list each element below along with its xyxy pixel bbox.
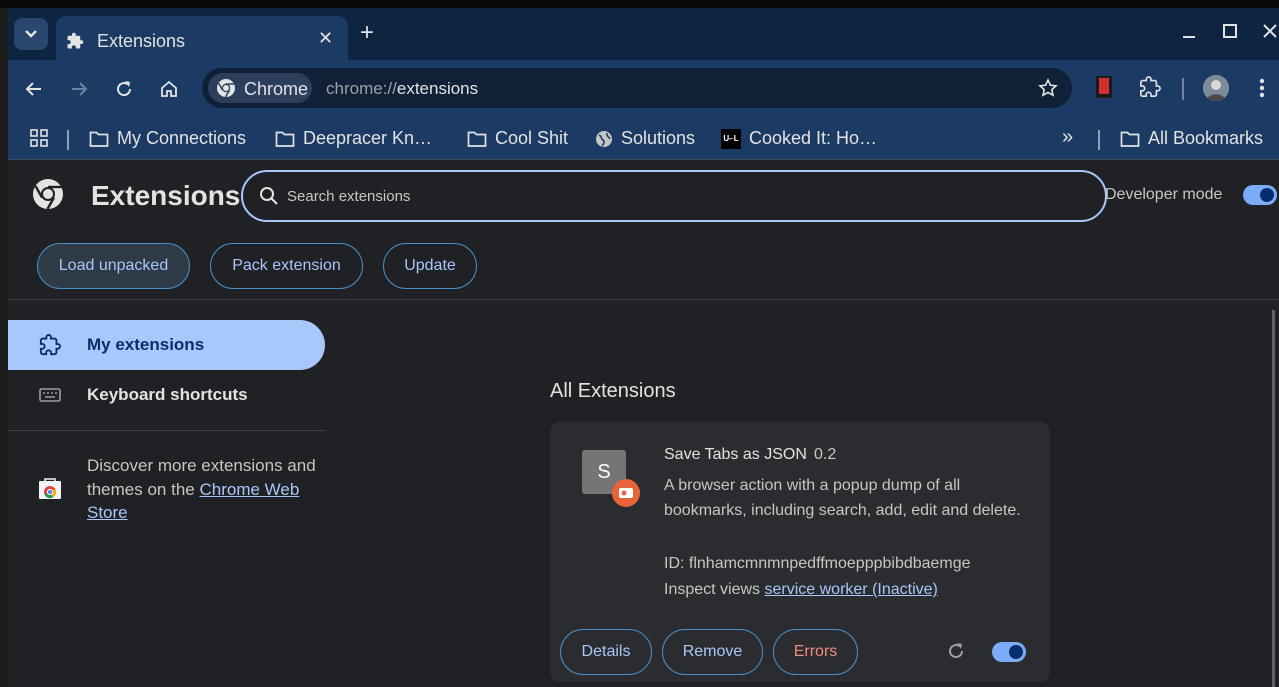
extension-card: S Save Tabs as JSON 0.2 A browser action… xyxy=(550,422,1050,682)
bookmark-cool-shit[interactable]: Cool Shit xyxy=(467,128,568,149)
bookmark-label: Deepracer Kn… xyxy=(303,128,433,148)
maximize-icon[interactable] xyxy=(1221,22,1239,45)
tab-search-button[interactable] xyxy=(14,18,48,50)
bookmark-separator xyxy=(67,130,69,150)
all-bookmarks-button[interactable]: All Bookmarks xyxy=(1120,128,1263,149)
home-icon[interactable] xyxy=(158,78,180,100)
minimize-icon[interactable] xyxy=(1180,22,1198,45)
extension-version: 0.2 xyxy=(814,446,837,463)
service-worker-link[interactable]: service worker (Inactive) xyxy=(764,581,937,598)
details-button[interactable]: Details xyxy=(560,629,652,675)
tab-extensions[interactable]: Extensions ✕ xyxy=(56,16,348,60)
back-icon[interactable] xyxy=(23,78,45,100)
avatar[interactable] xyxy=(1203,75,1229,101)
sidebar-item-my-extensions[interactable]: My extensions xyxy=(8,320,325,370)
errors-button[interactable]: Errors xyxy=(773,629,858,675)
extension-id: ID: flnhamcmnmnpedffmoepppbibdbaemge xyxy=(664,555,971,572)
developer-mode-toggle[interactable] xyxy=(1243,185,1277,205)
all-bookmarks-label: All Bookmarks xyxy=(1148,128,1264,148)
sidebar-item-label: My extensions xyxy=(87,335,205,354)
chevron-down-icon xyxy=(25,30,37,38)
sidebar-item-label: Keyboard shortcuts xyxy=(87,385,248,404)
puzzle-icon xyxy=(39,334,61,361)
url-path: extensions xyxy=(396,79,479,98)
more-menu-icon[interactable] xyxy=(1251,77,1273,99)
bookmark-star-icon[interactable] xyxy=(1038,78,1058,103)
apps-grid-icon[interactable] xyxy=(30,129,48,152)
toolbar: Chrome chrome://extensions xyxy=(8,60,1279,116)
page-title: Extensions xyxy=(91,180,241,211)
bookmarks-bar: My Connections Deepracer Kn… Cool Shit S… xyxy=(8,116,1279,160)
forward-icon[interactable] xyxy=(68,78,90,100)
search-icon xyxy=(259,186,279,211)
bookmark-my-connections[interactable]: My Connections xyxy=(89,128,246,149)
folder-icon xyxy=(467,131,487,147)
url-text: chrome://extensions xyxy=(326,79,478,99)
chrome-logo-icon xyxy=(32,178,64,215)
folder-icon xyxy=(1120,131,1140,147)
extensions-page: Extensions Developer mode Load unpacked … xyxy=(8,160,1279,687)
folder-icon xyxy=(89,131,109,147)
sidebar-divider xyxy=(8,430,326,431)
bookmark-label: Cooked It: Ho… xyxy=(749,128,878,148)
folder-icon xyxy=(275,131,295,147)
tab-title: Extensions xyxy=(97,31,186,51)
update-button[interactable]: Update xyxy=(383,243,477,289)
toolbar-divider xyxy=(1182,78,1184,100)
keyboard-icon xyxy=(39,388,61,407)
puzzle-icon xyxy=(66,32,84,55)
remove-button[interactable]: Remove xyxy=(662,629,763,675)
site-favicon: U⌐L xyxy=(721,128,741,149)
bookmark-label: My Connections xyxy=(117,128,247,148)
developer-mode-label: Developer mode xyxy=(1105,186,1223,203)
search-input[interactable] xyxy=(287,184,1067,208)
extension-description: A browser action with a popup dump of al… xyxy=(664,477,1021,519)
extensions-menu-icon[interactable] xyxy=(1139,76,1161,98)
inspect-views-label: Inspect views xyxy=(664,581,765,598)
close-window-icon[interactable] xyxy=(1261,22,1279,45)
reload-icon[interactable] xyxy=(113,78,135,100)
bookmark-deepracer[interactable]: Deepracer Kn… xyxy=(275,128,432,149)
discover-text: Discover more extensions and themes on t… xyxy=(87,454,317,525)
bookmark-separator xyxy=(1098,130,1100,150)
scrollbar[interactable] xyxy=(1272,310,1275,687)
page-header: Extensions Developer mode Load unpacked … xyxy=(8,160,1279,300)
chrome-window: Extensions ✕ + Chrome chrome://extension… xyxy=(8,8,1279,687)
bookmark-solutions[interactable]: Solutions xyxy=(595,128,695,149)
reload-extension-icon[interactable] xyxy=(946,641,966,666)
section-title: All Extensions xyxy=(550,380,676,402)
extension-enabled-toggle[interactable] xyxy=(992,642,1026,662)
screen: Extensions ✕ + Chrome chrome://extension… xyxy=(0,0,1279,687)
tab-strip: Extensions ✕ + xyxy=(8,8,1279,60)
bookmark-label: Solutions xyxy=(621,128,696,148)
url-scheme: chrome:// xyxy=(326,79,397,98)
extension-icon[interactable] xyxy=(1093,76,1115,98)
close-tab-icon[interactable]: ✕ xyxy=(318,28,333,49)
extension-name: Save Tabs as JSON xyxy=(664,446,807,463)
background-window-edge xyxy=(0,8,8,687)
omnibox[interactable]: Chrome chrome://extensions xyxy=(202,68,1072,108)
new-tab-button[interactable]: + xyxy=(360,21,374,45)
load-unpacked-button[interactable]: Load unpacked xyxy=(37,243,190,289)
pack-extension-button[interactable]: Pack extension xyxy=(210,243,363,289)
web-store-icon xyxy=(38,478,62,505)
search-box xyxy=(241,170,1107,222)
bookmarks-overflow-button[interactable]: » xyxy=(1062,126,1073,149)
globe-icon xyxy=(596,130,612,147)
site-info-chip[interactable]: Chrome xyxy=(208,73,312,103)
bookmark-cooked-it[interactable]: U⌐L Cooked It: Ho… xyxy=(721,128,877,149)
unpacked-badge-icon xyxy=(612,479,640,507)
site-chip-label: Chrome xyxy=(244,79,309,99)
bookmark-label: Cool Shit xyxy=(495,128,569,148)
chrome-logo-icon xyxy=(216,78,236,103)
inspect-views: Inspect views service worker (Inactive) xyxy=(664,581,938,599)
